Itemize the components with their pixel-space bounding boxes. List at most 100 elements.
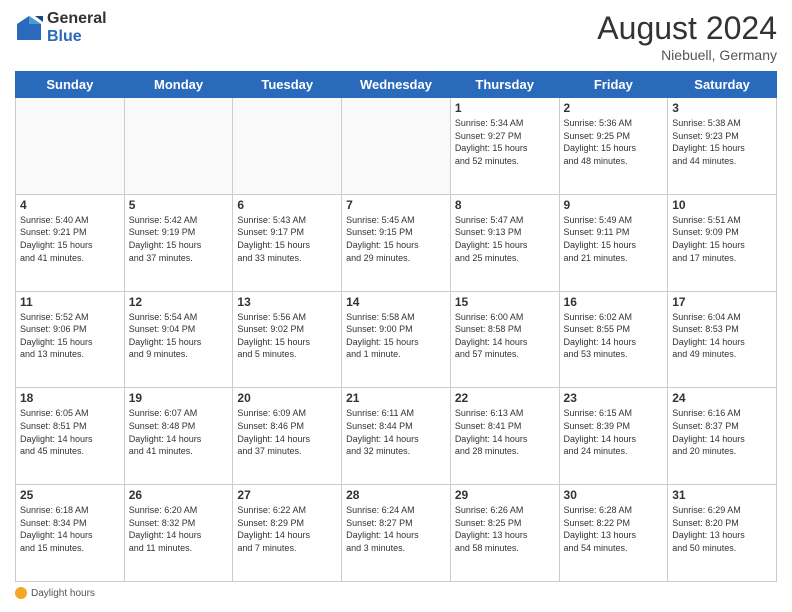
day-info: Sunrise: 5:54 AM Sunset: 9:04 PM Dayligh…	[129, 311, 229, 361]
calendar-header-row: SundayMondayTuesdayWednesdayThursdayFrid…	[16, 72, 777, 98]
day-info: Sunrise: 5:47 AM Sunset: 9:13 PM Dayligh…	[455, 214, 555, 264]
day-info: Sunrise: 6:18 AM Sunset: 8:34 PM Dayligh…	[20, 504, 120, 554]
day-number: 24	[672, 391, 772, 405]
header: General Blue August 2024 Niebuell, Germa…	[15, 10, 777, 63]
logo-icon	[15, 14, 43, 42]
day-number: 18	[20, 391, 120, 405]
day-number: 14	[346, 295, 446, 309]
calendar-cell: 1 Sunrise: 5:34 AM Sunset: 9:27 PM Daylig…	[450, 98, 559, 195]
calendar-cell: 20 Sunrise: 6:09 AM Sunset: 8:46 PM Dayli…	[233, 388, 342, 485]
day-number: 11	[20, 295, 120, 309]
day-number: 8	[455, 198, 555, 212]
day-info: Sunrise: 6:16 AM Sunset: 8:37 PM Dayligh…	[672, 407, 772, 457]
calendar-cell: 6Sunrise: 5:43 AM Sunset: 9:17 PM Daylig…	[233, 194, 342, 291]
calendar-day-header: Friday	[559, 72, 668, 98]
page: General Blue August 2024 Niebuell, Germa…	[0, 0, 792, 612]
calendar-cell: 27Sunrise: 6:22 AM Sunset: 8:29 PM Dayli…	[233, 485, 342, 582]
calendar-week-row: 4 Sunrise: 5:40 AM Sunset: 9:21 PM Daylig…	[16, 194, 777, 291]
day-number: 3	[672, 101, 772, 115]
day-info: Sunrise: 6:26 AM Sunset: 8:25 PM Dayligh…	[455, 504, 555, 554]
day-number: 16	[564, 295, 664, 309]
day-info: Sunrise: 5:51 AM Sunset: 9:09 PM Dayligh…	[672, 214, 772, 264]
day-info: Sunrise: 6:15 AM Sunset: 8:39 PM Dayligh…	[564, 407, 664, 457]
day-info: Sunrise: 5:36 AM Sunset: 9:25 PM Dayligh…	[564, 117, 664, 167]
calendar-cell: 24 Sunrise: 6:16 AM Sunset: 8:37 PM Dayli…	[668, 388, 777, 485]
day-number: 28	[346, 488, 446, 502]
day-number: 12	[129, 295, 229, 309]
location: Niebuell, Germany	[597, 47, 777, 63]
calendar-cell: 7 Sunrise: 5:45 AM Sunset: 9:15 PM Daylig…	[342, 194, 451, 291]
calendar-cell	[233, 98, 342, 195]
day-info: Sunrise: 5:42 AM Sunset: 9:19 PM Dayligh…	[129, 214, 229, 264]
calendar-cell: 10 Sunrise: 5:51 AM Sunset: 9:09 PM Dayli…	[668, 194, 777, 291]
calendar-cell: 25Sunrise: 6:18 AM Sunset: 8:34 PM Dayli…	[16, 485, 125, 582]
month-year: August 2024	[597, 10, 777, 47]
calendar-cell: 15 Sunrise: 6:00 AM Sunset: 8:58 PM Dayli…	[450, 291, 559, 388]
calendar-cell	[124, 98, 233, 195]
day-number: 30	[564, 488, 664, 502]
day-info: Sunrise: 6:00 AM Sunset: 8:58 PM Dayligh…	[455, 311, 555, 361]
calendar-cell: 28Sunrise: 6:24 AM Sunset: 8:27 PM Dayli…	[342, 485, 451, 582]
calendar-table: SundayMondayTuesdayWednesdayThursdayFrid…	[15, 71, 777, 582]
day-info: Sunrise: 6:28 AM Sunset: 8:22 PM Dayligh…	[564, 504, 664, 554]
calendar-day-header: Wednesday	[342, 72, 451, 98]
day-info: Sunrise: 6:05 AM Sunset: 8:51 PM Dayligh…	[20, 407, 120, 457]
daylight-legend: Daylight hours	[15, 587, 95, 599]
calendar-cell: 12 Sunrise: 5:54 AM Sunset: 9:04 PM Dayli…	[124, 291, 233, 388]
day-info: Sunrise: 6:20 AM Sunset: 8:32 PM Dayligh…	[129, 504, 229, 554]
day-number: 20	[237, 391, 337, 405]
day-info: Sunrise: 5:58 AM Sunset: 9:00 PM Dayligh…	[346, 311, 446, 361]
calendar-cell: 11 Sunrise: 5:52 AM Sunset: 9:06 PM Dayli…	[16, 291, 125, 388]
calendar-cell: 29 Sunrise: 6:26 AM Sunset: 8:25 PM Dayli…	[450, 485, 559, 582]
day-info: Sunrise: 6:04 AM Sunset: 8:53 PM Dayligh…	[672, 311, 772, 361]
day-info: Sunrise: 5:45 AM Sunset: 9:15 PM Dayligh…	[346, 214, 446, 264]
day-number: 15	[455, 295, 555, 309]
day-info: Sunrise: 6:29 AM Sunset: 8:20 PM Dayligh…	[672, 504, 772, 554]
calendar-cell: 17Sunrise: 6:04 AM Sunset: 8:53 PM Dayli…	[668, 291, 777, 388]
day-info: Sunrise: 5:56 AM Sunset: 9:02 PM Dayligh…	[237, 311, 337, 361]
calendar-cell: 5 Sunrise: 5:42 AM Sunset: 9:19 PM Daylig…	[124, 194, 233, 291]
calendar-day-header: Monday	[124, 72, 233, 98]
day-info: Sunrise: 5:43 AM Sunset: 9:17 PM Dayligh…	[237, 214, 337, 264]
day-number: 22	[455, 391, 555, 405]
day-number: 31	[672, 488, 772, 502]
day-number: 7	[346, 198, 446, 212]
calendar-cell: 21 Sunrise: 6:11 AM Sunset: 8:44 PM Dayli…	[342, 388, 451, 485]
day-number: 1	[455, 101, 555, 115]
calendar-cell: 18 Sunrise: 6:05 AM Sunset: 8:51 PM Dayli…	[16, 388, 125, 485]
day-number: 2	[564, 101, 664, 115]
calendar-cell: 23 Sunrise: 6:15 AM Sunset: 8:39 PM Dayli…	[559, 388, 668, 485]
day-info: Sunrise: 5:34 AM Sunset: 9:27 PM Dayligh…	[455, 117, 555, 167]
calendar-cell: 8 Sunrise: 5:47 AM Sunset: 9:13 PM Daylig…	[450, 194, 559, 291]
day-number: 13	[237, 295, 337, 309]
day-info: Sunrise: 5:38 AM Sunset: 9:23 PM Dayligh…	[672, 117, 772, 167]
sun-icon	[15, 587, 27, 599]
calendar-day-header: Saturday	[668, 72, 777, 98]
logo: General Blue	[15, 10, 107, 45]
calendar-day-header: Thursday	[450, 72, 559, 98]
day-number: 4	[20, 198, 120, 212]
day-info: Sunrise: 6:11 AM Sunset: 8:44 PM Dayligh…	[346, 407, 446, 457]
calendar-cell	[342, 98, 451, 195]
day-info: Sunrise: 5:52 AM Sunset: 9:06 PM Dayligh…	[20, 311, 120, 361]
day-info: Sunrise: 5:40 AM Sunset: 9:21 PM Dayligh…	[20, 214, 120, 264]
day-number: 26	[129, 488, 229, 502]
day-number: 5	[129, 198, 229, 212]
calendar-week-row: 25Sunrise: 6:18 AM Sunset: 8:34 PM Dayli…	[16, 485, 777, 582]
calendar-cell: 4 Sunrise: 5:40 AM Sunset: 9:21 PM Daylig…	[16, 194, 125, 291]
title-block: August 2024 Niebuell, Germany	[597, 10, 777, 63]
logo-general-text: General	[47, 10, 107, 28]
calendar-cell: 14 Sunrise: 5:58 AM Sunset: 9:00 PM Dayli…	[342, 291, 451, 388]
day-info: Sunrise: 6:09 AM Sunset: 8:46 PM Dayligh…	[237, 407, 337, 457]
day-number: 21	[346, 391, 446, 405]
calendar-day-header: Sunday	[16, 72, 125, 98]
calendar-week-row: 18 Sunrise: 6:05 AM Sunset: 8:51 PM Dayli…	[16, 388, 777, 485]
calendar-cell: 3 Sunrise: 5:38 AM Sunset: 9:23 PM Daylig…	[668, 98, 777, 195]
calendar-cell: 9Sunrise: 5:49 AM Sunset: 9:11 PM Daylig…	[559, 194, 668, 291]
day-number: 29	[455, 488, 555, 502]
calendar-cell: 26 Sunrise: 6:20 AM Sunset: 8:32 PM Dayli…	[124, 485, 233, 582]
day-number: 10	[672, 198, 772, 212]
day-info: Sunrise: 6:02 AM Sunset: 8:55 PM Dayligh…	[564, 311, 664, 361]
day-info: Sunrise: 6:13 AM Sunset: 8:41 PM Dayligh…	[455, 407, 555, 457]
day-number: 23	[564, 391, 664, 405]
